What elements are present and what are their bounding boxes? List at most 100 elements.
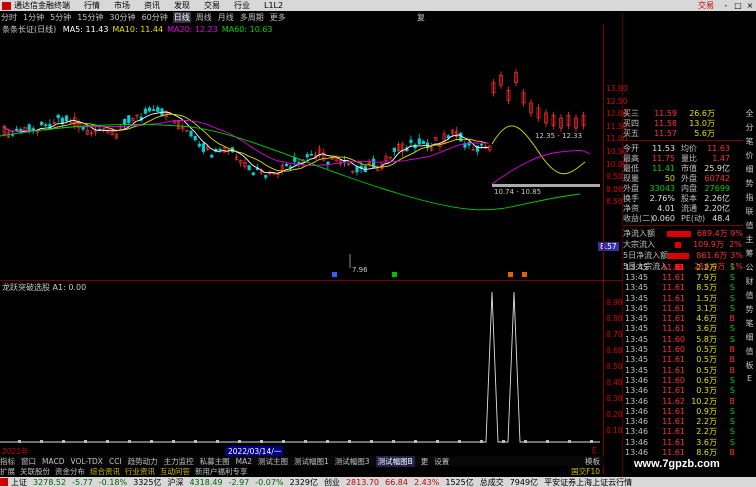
bottom-tab[interactable]: 新用户福利专享 [195,466,248,477]
index-change: -5.77 [72,477,93,487]
bottom-tab[interactable]: 扩展 [0,466,15,477]
menu-item-news[interactable]: 资讯 [144,0,160,11]
indicator-tab[interactable]: MACD [42,457,64,466]
tick-time: 13:45 [625,283,649,293]
bottom-tab[interactable]: 综合资讯 [90,466,120,477]
indicator-tab[interactable]: 测试幅图3 [335,456,370,467]
trade-button[interactable]: 交易 [698,0,714,11]
menu-item-market[interactable]: 市场 [114,0,130,11]
tick-side: S [729,334,735,344]
sidebar-tab[interactable]: 值 [746,220,754,234]
sidebar-tab[interactable]: 笔 [746,318,754,332]
indicator-chart[interactable] [0,290,600,446]
sidebar-tab[interactable]: 笔 [746,136,754,150]
tick-side: S [729,427,735,437]
tick-list[interactable]: 13:45 11.61 2.2万 S 13:45 11.61 7.9万 S 13:45 11.61… [625,262,743,458]
sidebar-tab[interactable]: 财 [746,276,754,290]
signal-dot [106,440,109,443]
maximize-icon[interactable]: □ [732,1,744,10]
stat-row: 收益(二) 0.060 PE(动) 48.4 [623,213,743,223]
candle [529,99,533,117]
menu-item-l1l2[interactable]: L1L2 [264,1,283,10]
stat-value: 0.060 [652,213,675,223]
sidebar-tab[interactable]: 分 [746,122,754,136]
minimize-icon[interactable]: - [720,1,732,10]
sidebar-tab[interactable]: 板 [746,360,754,374]
indicator-tab[interactable]: 测试幅图B [375,455,415,467]
event-marker-icon[interactable] [522,272,527,277]
bottom-tab[interactable]: 关联股份 [20,466,50,477]
tick-price: 11.61 [662,355,685,365]
candlestick-chart[interactable]: 12.35 - 12.33 10.74 - 10.85 7.96 [0,34,600,280]
menu-item-industry[interactable]: 行业 [234,0,250,11]
menu-item-trade[interactable]: 交易 [204,0,220,11]
candle [85,126,89,136]
sidebar-tab[interactable]: 势 [746,178,754,192]
period-tab[interactable]: 分时 [0,12,18,23]
price-annotation: 10.74 - 10.85 [494,188,541,196]
sidebar-tab[interactable]: 值 [746,346,754,360]
index-name[interactable]: 上证 [11,477,27,487]
stat-value: 33043 [649,183,675,193]
signal-dot [216,440,219,443]
quote-panel: 买三 11.59 26.6万 买四 11.58 13.0万 买五 11.57 5.6万 今开 11.… [623,108,743,272]
event-marker-icon[interactable] [392,272,397,277]
index-price: 4318.49 [189,477,223,487]
tick-price: 11.61 [662,314,685,324]
sidebar-tab[interactable]: E [747,374,752,388]
indicator-tab[interactable]: 设置 [434,456,449,467]
sidebar-tab[interactable]: 势 [746,304,754,318]
tick-row: 13:45 11.61 8.5万 S [625,283,743,293]
period-tab[interactable]: 60分钟 [141,12,169,23]
indicator-tab[interactable]: 测试幅图1 [294,456,329,467]
sidebar-tab[interactable]: 细 [746,332,754,346]
period-tab[interactable]: 更多 [269,12,287,23]
candle [514,68,518,87]
period-tab[interactable]: 5分钟 [49,12,72,23]
sidebar-tab[interactable]: 联 [746,206,754,220]
period-tab[interactable]: 30分钟 [108,12,136,23]
sidebar-tab[interactable]: 公 [746,262,754,276]
bid-price: 11.58 [654,118,677,128]
f10-tag[interactable]: 国交F10 [571,466,600,477]
indicator-tab[interactable]: 测试主图 [258,456,288,467]
sidebar-tab[interactable]: 主 [746,234,754,248]
close-icon[interactable]: × [744,1,756,10]
sidebar-tab[interactable]: 全 [746,108,754,122]
period-tab[interactable]: 周线 [195,12,213,23]
event-marker-icon[interactable] [508,272,513,277]
sidebar-tab[interactable]: 指 [746,192,754,206]
tick-side: B [729,365,736,375]
indicator-tab[interactable]: CCI [109,457,122,466]
event-marker-icon[interactable] [332,272,337,277]
period-tab[interactable]: 日线 [172,12,191,23]
bottom-tab[interactable]: 行业资讯 [125,466,155,477]
period-tab[interactable]: 1分钟 [22,12,45,23]
menu-item-quote[interactable]: 行情 [84,0,100,11]
bottom-tab[interactable]: 资金分布 [55,466,85,477]
restore-button[interactable]: 复 [416,12,426,23]
candle [185,129,189,133]
tick-side: S [729,406,735,416]
bottom-tab[interactable]: 互动问答 [160,466,190,477]
sidebar-tab[interactable]: 筹 [746,248,754,262]
indicator-tab[interactable]: VOL-TDX [70,457,102,466]
sidebar-tab[interactable]: 价 [746,150,754,164]
indicator-tab[interactable]: MA2 [236,457,252,466]
period-tab[interactable]: 月线 [217,12,235,23]
index-name[interactable]: 创业 [324,477,340,487]
period-tab[interactable]: 15分钟 [76,12,104,23]
sidebar-tab[interactable]: 值 [746,290,754,304]
status-bar: 上证 3278.52 -5.77 -0.18% 3325亿 沪深 4318.49 -2.97-… [0,477,756,487]
indicator-tab[interactable]: 更 [421,456,429,467]
stat-row: 最高 11.75 量比 1.47 [623,153,743,163]
sidebar-tab[interactable]: 细 [746,164,754,178]
period-tab[interactable]: 多周期 [239,12,265,23]
menu-item-discover[interactable]: 发现 [174,0,190,11]
stat-row: 换手 2.76% 股本 2.26亿 [623,193,743,203]
period-tabs: 分时 1分钟 5分钟 15分钟 30分钟 60分钟 日线 周线 月线 多周期 更多 复 [0,12,430,23]
tick-price: 11.61 [662,386,685,396]
index-name[interactable]: 沪深 [167,477,183,487]
indicator-tick: 0.60 [606,346,623,355]
flow-percent: 2% [729,240,742,249]
